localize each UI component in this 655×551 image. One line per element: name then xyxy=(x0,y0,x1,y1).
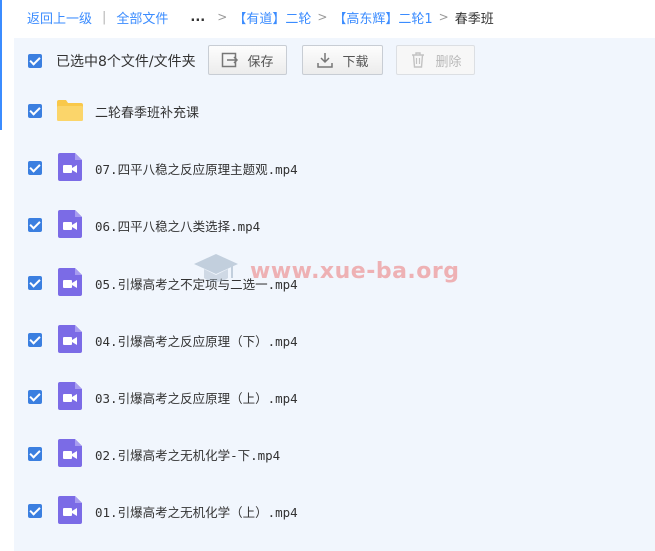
download-label: 下载 xyxy=(342,54,369,70)
video-file-icon xyxy=(58,267,82,296)
chevron-right-icon: > xyxy=(217,10,228,24)
chevron-right-icon: > xyxy=(438,10,449,24)
video-file-icon xyxy=(58,210,82,239)
back-link[interactable]: 返回上一级 xyxy=(27,8,92,27)
delete-label: 删除 xyxy=(435,54,462,70)
file-row[interactable]: 07.四平八稳之反应原理主题观.mp4 xyxy=(14,139,655,196)
watermark-text: www.xue-ba.org xyxy=(250,259,460,284)
video-file-icon xyxy=(58,439,82,468)
file-checkbox[interactable] xyxy=(28,275,42,290)
file-checkbox[interactable] xyxy=(28,104,42,118)
file-name[interactable]: 04.引爆高考之反应原理（下）.mp4 xyxy=(95,331,298,350)
delete-button[interactable]: 删除 xyxy=(396,45,475,75)
video-file-icon xyxy=(58,496,82,525)
file-row[interactable]: 二轮春季班补充课 xyxy=(14,82,655,139)
video-file-icon xyxy=(58,382,82,410)
file-row[interactable]: 04.引爆高考之反应原理（下）.mp4 xyxy=(14,311,655,368)
file-checkbox[interactable] xyxy=(28,161,42,176)
chevron-right-icon: > xyxy=(317,10,328,24)
trash-icon xyxy=(409,51,427,69)
file-name[interactable]: 01.引爆高考之无机化学（上）.mp4 xyxy=(95,502,298,521)
file-checkbox[interactable] xyxy=(28,447,42,462)
selection-toolbar: 已选中8个文件/文件夹 保存 下载 删除 xyxy=(14,42,655,80)
file-name[interactable]: 02.引爆高考之无机化学-下.mp4 xyxy=(95,445,280,464)
folder-icon xyxy=(57,100,83,121)
file-row[interactable]: 06.四平八稳之八类选择.mp4 xyxy=(14,196,655,253)
file-checkbox[interactable] xyxy=(28,332,42,347)
file-name[interactable]: 03.引爆高考之反应原理（上）.mp4 xyxy=(95,388,298,407)
file-checkbox[interactable] xyxy=(28,218,42,233)
breadcrumb: 返回上一级 | 全部文件 ... > 【有道】二轮 > 【高东辉】二轮1 > 春… xyxy=(0,0,655,34)
all-files-link[interactable]: 全部文件 xyxy=(116,8,168,27)
file-name[interactable]: 07.四平八稳之反应原理主题观.mp4 xyxy=(95,159,298,178)
select-all-checkbox[interactable] xyxy=(28,54,42,68)
selection-count-text: 已选中8个文件/文件夹 xyxy=(56,54,196,70)
breadcrumb-current: 春季班 xyxy=(454,11,494,27)
file-name[interactable]: 06.四平八稳之八类选择.mp4 xyxy=(95,216,260,235)
breadcrumb-path1[interactable]: 【有道】二轮 xyxy=(233,8,311,27)
breadcrumb-path2[interactable]: 【高东辉】二轮1 xyxy=(333,8,432,27)
breadcrumb-ellipsis[interactable]: ... xyxy=(190,10,205,25)
file-checkbox[interactable] xyxy=(28,390,42,404)
save-icon xyxy=(221,51,239,69)
folder-name[interactable]: 二轮春季班补充课 xyxy=(95,102,199,121)
save-button[interactable]: 保存 xyxy=(208,45,287,75)
graduation-cap-watermark-icon xyxy=(194,254,238,282)
video-file-icon xyxy=(58,153,82,182)
save-label: 保存 xyxy=(247,54,274,70)
download-button[interactable]: 下载 xyxy=(302,45,383,75)
download-icon xyxy=(316,51,334,69)
file-row[interactable]: 02.引爆高考之无机化学-下.mp4 xyxy=(14,425,655,482)
file-row[interactable]: 01.引爆高考之无机化学（上）.mp4 xyxy=(14,482,655,539)
video-file-icon xyxy=(58,324,82,353)
breadcrumb-divider: | xyxy=(102,9,107,25)
file-checkbox[interactable] xyxy=(28,504,42,519)
file-row[interactable]: 03.引爆高考之反应原理（上）.mp4 xyxy=(14,368,655,425)
